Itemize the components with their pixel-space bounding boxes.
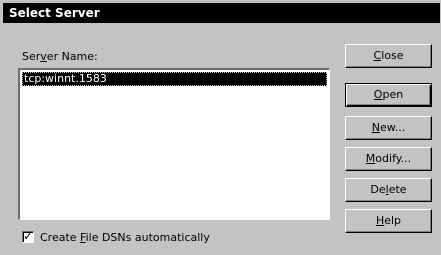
help-button[interactable]: Help [345,209,432,233]
open-button[interactable]: Open [345,83,432,107]
server-list-item[interactable]: tcp:winnt.1583 [22,72,327,86]
server-listbox[interactable]: tcp:winnt.1583 [18,68,330,220]
modify-button[interactable]: Modify... [345,147,432,171]
server-name-label-post: er Name: [46,50,98,63]
server-name-label: Server Name: [22,50,98,63]
delete-button[interactable]: Delete [345,178,432,202]
modify-label-post: odify... [375,152,412,165]
close-label-post: lose [381,49,404,62]
new-button[interactable]: New... [345,116,432,140]
modify-label-key: M [365,152,376,165]
create-file-dsns-checkbox[interactable]: ✓ [22,229,34,243]
new-label-post: ew... [379,121,406,134]
checkbox-label-pre: Create [40,230,81,244]
open-label-post: pen [382,88,404,101]
window-title: Select Server [3,3,440,23]
help-label-key: H [375,214,385,227]
checkmark-icon: ✓ [23,229,34,243]
close-button[interactable]: Close [345,44,432,68]
delete-label-post: ete [388,183,407,196]
select-server-dialog: Select Server Server Name: tcp:winnt.158… [0,0,441,255]
help-label-post: elp [384,214,402,227]
checkbox-label-post: ile DSNs automatically [85,230,210,244]
create-file-dsns-option[interactable]: ✓ Create File DSNs automatically [22,229,210,244]
new-label-key: N [371,121,380,134]
delete-label-pre: De [370,183,386,196]
create-file-dsns-label[interactable]: Create File DSNs automatically [40,231,210,244]
server-name-label-pre: Ser [22,50,41,63]
